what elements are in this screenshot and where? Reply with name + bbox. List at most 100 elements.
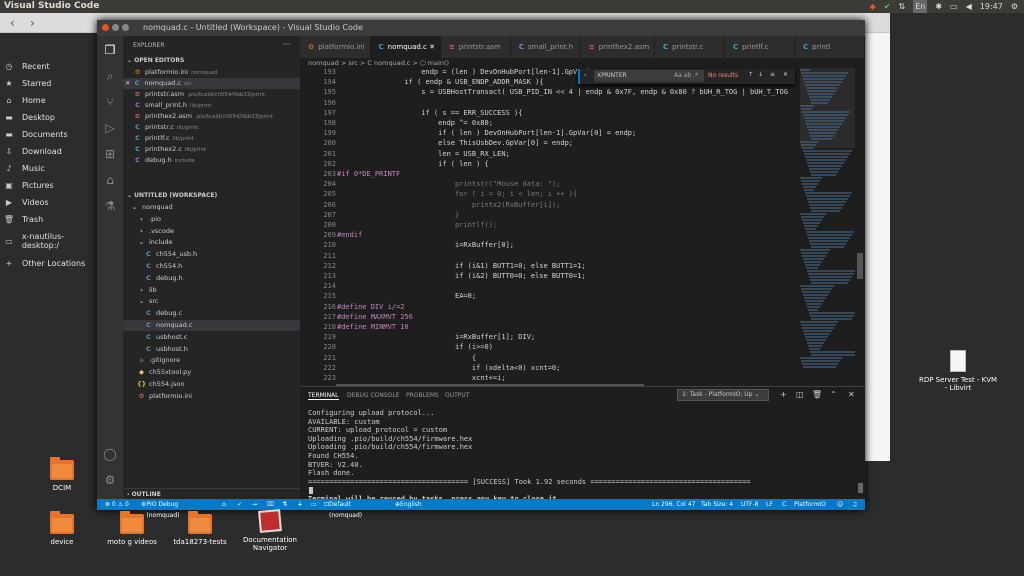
close-window-button[interactable] — [102, 24, 109, 31]
maximize-window-button[interactable] — [122, 24, 129, 31]
tree-item[interactable]: ⌄ src — [123, 296, 300, 307]
find-toggle-icon[interactable]: › — [584, 72, 586, 79]
maximize-panel-icon[interactable]: ⌃ — [830, 390, 837, 399]
desktop-icon[interactable]: RDP Server Test - KVM - Libvirt — [918, 350, 998, 392]
source-control-icon[interactable]: ⑂ — [102, 94, 118, 110]
sidebar-item-other-locations[interactable]: + Other Locations — [4, 256, 86, 270]
terminal-scrollbar[interactable] — [858, 483, 863, 493]
tree-item[interactable]: Cnomquad.c — [123, 320, 300, 331]
outline-header[interactable]: › OUTLINE — [123, 488, 300, 499]
editor-tab[interactable]: ≡ printstr.asm — [440, 36, 511, 58]
tree-item[interactable]: {} ch554.json — [123, 379, 300, 390]
test-flask-icon[interactable]: ⚗ — [282, 499, 287, 510]
code-editor[interactable]: 193 endp = (len ) DevOnHubPort[len-1].Gp… — [300, 68, 865, 386]
panel-tab[interactable]: OUTPUT — [445, 392, 469, 399]
open-editor-item[interactable]: ≡ printstr.asm .pio/build/ch554/libb33/pri… — [123, 89, 300, 100]
upload-arrow-icon[interactable]: → — [252, 499, 257, 510]
open-editor-item[interactable]: Csmall_print.h lib/print — [123, 100, 300, 111]
panel-tab[interactable]: DEBUG CONSOLE — [347, 392, 400, 399]
tree-item[interactable]: › .pio — [123, 214, 300, 225]
desktop-icon[interactable]: device — [22, 511, 102, 546]
minimap[interactable] — [800, 68, 855, 386]
kill-terminal-icon[interactable]: 🗑 — [812, 390, 822, 399]
open-editor-item[interactable]: Cprintstr.c lib/print — [123, 122, 300, 133]
tree-item[interactable]: ⌄ nomquad — [123, 202, 300, 213]
open-editors-header[interactable]: ⌄ OPEN EDITORS — [123, 57, 300, 64]
open-editor-item[interactable]: Cprinthex2.c lib/print — [123, 144, 300, 155]
forward-icon[interactable]: › — [30, 16, 35, 30]
desktop-icon[interactable]: tda18273-tests — [160, 511, 240, 546]
serial-plug-icon[interactable]: ⏚ — [297, 499, 303, 510]
gear-icon[interactable]: ⚙ — [1011, 0, 1018, 13]
problems-status[interactable]: ⊗ 0 ⚠ 0 — [105, 499, 129, 510]
network-icon[interactable]: ⇅ — [899, 0, 906, 13]
notifications-bell-icon[interactable]: ♫ — [852, 499, 857, 510]
terminal-select[interactable]: 1: Task - PlatformIO: Up ⌄ — [677, 389, 769, 401]
clean-trash-icon[interactable]: ⌧ — [267, 499, 274, 510]
explorer-icon[interactable]: ❐ — [102, 42, 118, 58]
tree-item[interactable]: Cdebug.c — [123, 308, 300, 319]
platformio-icon[interactable]: ⌂ — [102, 172, 118, 188]
open-editor-item[interactable]: Cprintlf.c lib/print — [123, 133, 300, 144]
sidebar-item-home[interactable]: ⌂ Home — [4, 93, 45, 107]
tree-item[interactable]: Cch554.h — [123, 261, 300, 272]
search-icon[interactable]: ⌕ — [102, 68, 118, 84]
sidebar-item-recent[interactable]: ◷ Recent — [4, 59, 50, 73]
tree-item[interactable]: ⚙ platformio.ini — [123, 391, 300, 402]
open-editor-item[interactable]: Cdebug.h include — [123, 155, 300, 166]
close-tab-icon[interactable]: ✕ — [427, 43, 435, 51]
tree-item[interactable]: ◆ ch55xtool.py — [123, 367, 300, 378]
warning-icon[interactable]: ◆ — [870, 0, 876, 13]
vertical-scrollbar[interactable] — [857, 253, 863, 279]
sidebar-item-desktop[interactable]: ▬ Desktop — [4, 110, 55, 124]
editor-tab[interactable]: Cprintl — [795, 36, 865, 58]
editor-tab[interactable]: Cnomquad.c ✕ — [370, 36, 441, 58]
platformio-home-icon[interactable]: ⌂ — [222, 499, 226, 510]
desktop-icon[interactable]: DCIM — [22, 457, 102, 492]
sidebar-item-starred[interactable]: ★ Starred — [4, 76, 51, 90]
open-editor-item[interactable]: ✕ Cnomquad.c src — [123, 78, 300, 89]
editor-tab[interactable]: Cprintstr.c — [655, 36, 725, 58]
desktop-icon[interactable]: Documentation Navigator — [230, 509, 310, 552]
editor-tab[interactable]: ≡ printhex2.asm — [580, 36, 655, 58]
sidebar-item-music[interactable]: ♪ Music — [4, 161, 44, 175]
build-check-icon[interactable]: ✓ — [237, 499, 242, 510]
next-match-icon[interactable]: ↓ — [758, 71, 763, 78]
test-icon[interactable]: ⚗ — [102, 198, 118, 214]
tree-item[interactable]: Cusbhost.c — [123, 332, 300, 343]
find-options[interactable]: Aa ab .* — [674, 72, 698, 79]
bluetooth-icon[interactable]: ✱ — [935, 0, 942, 13]
editor-tab[interactable]: Cprintlf.c — [725, 36, 795, 58]
open-editor-item[interactable]: ≡ printhex2.asm .pio/build/ch554/libb33/pr… — [123, 111, 300, 122]
editor-tab[interactable]: Csmall_print.h — [510, 36, 581, 58]
terminal-icon[interactable]: ▭ — [311, 499, 317, 510]
extensions-icon[interactable]: ⊞ — [102, 146, 118, 162]
run-debug-icon[interactable]: ▷ — [102, 120, 118, 136]
tree-item[interactable]: Cch554_usb.h — [123, 249, 300, 260]
close-find-icon[interactable]: ✕ — [783, 71, 788, 78]
account-icon[interactable]: ◯ — [102, 446, 118, 462]
open-editor-item[interactable]: ⚙ platformio.ini nomquad — [123, 67, 300, 78]
sidebar-item-download[interactable]: ⇩ Download — [4, 144, 62, 158]
panel-tab[interactable]: PROBLEMS — [406, 392, 439, 399]
sidebar-item-x-nautilus-desktop-[interactable]: ▭ x-nautilus-desktop:/ — [4, 232, 100, 250]
new-terminal-icon[interactable]: + — [780, 390, 787, 399]
volume-icon[interactable]: ◀ — [966, 0, 972, 13]
minimize-window-button[interactable] — [112, 24, 119, 31]
close-panel-icon[interactable]: ✕ — [848, 390, 855, 399]
cursor-position[interactable]: Ln 296, Col 47 — [652, 499, 695, 510]
tree-item[interactable]: Cusbhost.h — [123, 344, 300, 355]
previous-match-icon[interactable]: ↑ — [748, 71, 753, 78]
close-editor-icon[interactable]: ✕ — [125, 79, 133, 87]
workspace-header[interactable]: ⌄ UNTITLED (WORKSPACE) — [123, 192, 300, 199]
find-in-selection-icon[interactable]: ≡ — [770, 71, 775, 78]
back-icon[interactable]: ‹ — [10, 16, 15, 30]
feedback-icon[interactable]: ☺ — [837, 499, 843, 510]
editor-tab[interactable]: ⚙ platformio.ini — [300, 36, 371, 58]
line-ending[interactable]: LF — [766, 499, 773, 510]
tree-item[interactable]: › lib — [123, 285, 300, 296]
sidebar-item-videos[interactable]: ▶ Videos — [4, 195, 49, 209]
more-actions-icon[interactable]: ··· — [283, 40, 291, 49]
language-status[interactable]: ⊕ English — [395, 499, 422, 510]
split-terminal-icon[interactable]: ◫ — [796, 390, 804, 399]
